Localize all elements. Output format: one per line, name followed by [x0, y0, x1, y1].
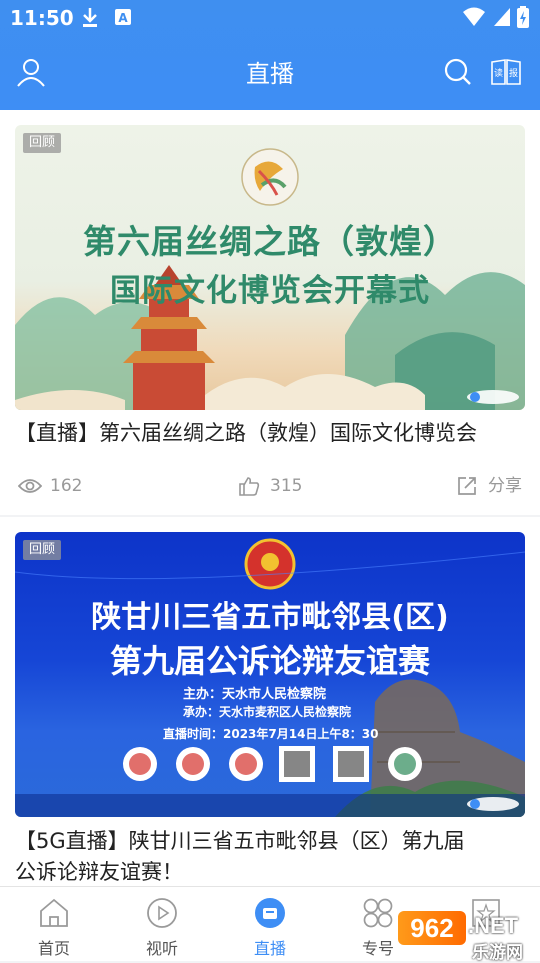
home-icon	[40, 898, 68, 927]
replay-tag: 回顾	[23, 540, 62, 560]
views-count: 162	[50, 476, 83, 496]
share-icon[interactable]	[456, 475, 478, 497]
replay-tag: 回顾	[23, 133, 62, 153]
poster-host: 主办：天水市人民检察院	[183, 687, 327, 702]
live-card-title-line-1[interactable]: 【5G直播】陕甘川三省五市毗邻县（区）第九届	[15, 826, 527, 857]
tab-home[interactable]: 首页	[0, 887, 108, 961]
download-icon	[83, 8, 97, 27]
title-bar: 直播 读 报	[0, 36, 540, 110]
app-header: 11:50 A 直播 读 报	[0, 0, 540, 110]
notification-a-icon: A	[115, 9, 131, 25]
likes-count: 315	[270, 476, 303, 496]
tab-home-label: 首页	[37, 939, 70, 958]
read-newspaper-icon[interactable]: 读 报	[490, 56, 522, 88]
live-icon	[255, 898, 285, 928]
live-card[interactable]: 第六届丝绸之路（敦煌） 国际文化博览会开幕式 回顾 【直播】第六届丝绸之路（敦煌…	[0, 110, 540, 515]
poster-time: 直播时间：2023年7月14日上午8：30	[163, 727, 379, 741]
status-bar: 11:50 A	[0, 0, 540, 36]
battery-icon	[517, 6, 529, 28]
live-card-title[interactable]: 【直播】第六届丝绸之路（敦煌）国际文化博览会	[15, 418, 527, 449]
svg-text:A: A	[118, 11, 128, 25]
tab-live-label: 直播	[253, 939, 286, 958]
status-time: 11:50	[10, 6, 74, 30]
poster-title-line-1: 陕甘川三省五市毗邻县(区)	[91, 600, 449, 635]
read-label-left: 读	[494, 67, 503, 79]
share-label[interactable]: 分享	[488, 471, 522, 501]
poster-cohost: 承办：天水市麦积区人民检察院	[183, 705, 352, 719]
live-card[interactable]: 陕甘川三省五市毗邻县(区) 第九届公诉论辩友谊赛 主办：天水市人民检察院 承办：…	[0, 517, 540, 886]
watermark-domain: .NET	[468, 913, 519, 938]
card-stats: 162 315 分享	[0, 471, 540, 501]
like-thumb-icon[interactable]	[238, 475, 260, 497]
read-label-right: 报	[509, 67, 518, 79]
wifi-icon	[463, 7, 485, 26]
live-card-title-line-2[interactable]: 公诉论辩友谊赛！	[15, 857, 527, 886]
watermark-site: 乐游网	[472, 943, 523, 963]
grid-icon	[363, 898, 393, 928]
search-icon[interactable]	[442, 56, 474, 88]
tab-video-label: 视听	[145, 939, 178, 958]
tab-video[interactable]: 视听	[108, 887, 216, 961]
watermark-number: 962	[398, 911, 466, 945]
tab-live[interactable]: 直播	[216, 887, 324, 961]
poster-title-line-2: 第九届公诉论辩友谊赛	[109, 642, 430, 680]
play-icon	[147, 898, 177, 928]
poster-title-line-2: 国际文化博览会开幕式	[110, 273, 430, 309]
live-thumbnail[interactable]: 第六届丝绸之路（敦煌） 国际文化博览会开幕式 回顾	[15, 125, 525, 410]
poster-title-line-1: 第六届丝绸之路（敦煌）	[83, 222, 457, 261]
views-eye-icon	[18, 479, 42, 493]
cell-signal-icon	[494, 8, 510, 26]
site-watermark: 962 .NET 乐游网	[398, 905, 540, 963]
live-feed[interactable]: 第六届丝绸之路（敦煌） 国际文化博览会开幕式 回顾 【直播】第六届丝绸之路（敦煌…	[0, 110, 540, 886]
live-thumbnail[interactable]: 陕甘川三省五市毗邻县(区) 第九届公诉论辩友谊赛 主办：天水市人民检察院 承办：…	[15, 532, 525, 817]
